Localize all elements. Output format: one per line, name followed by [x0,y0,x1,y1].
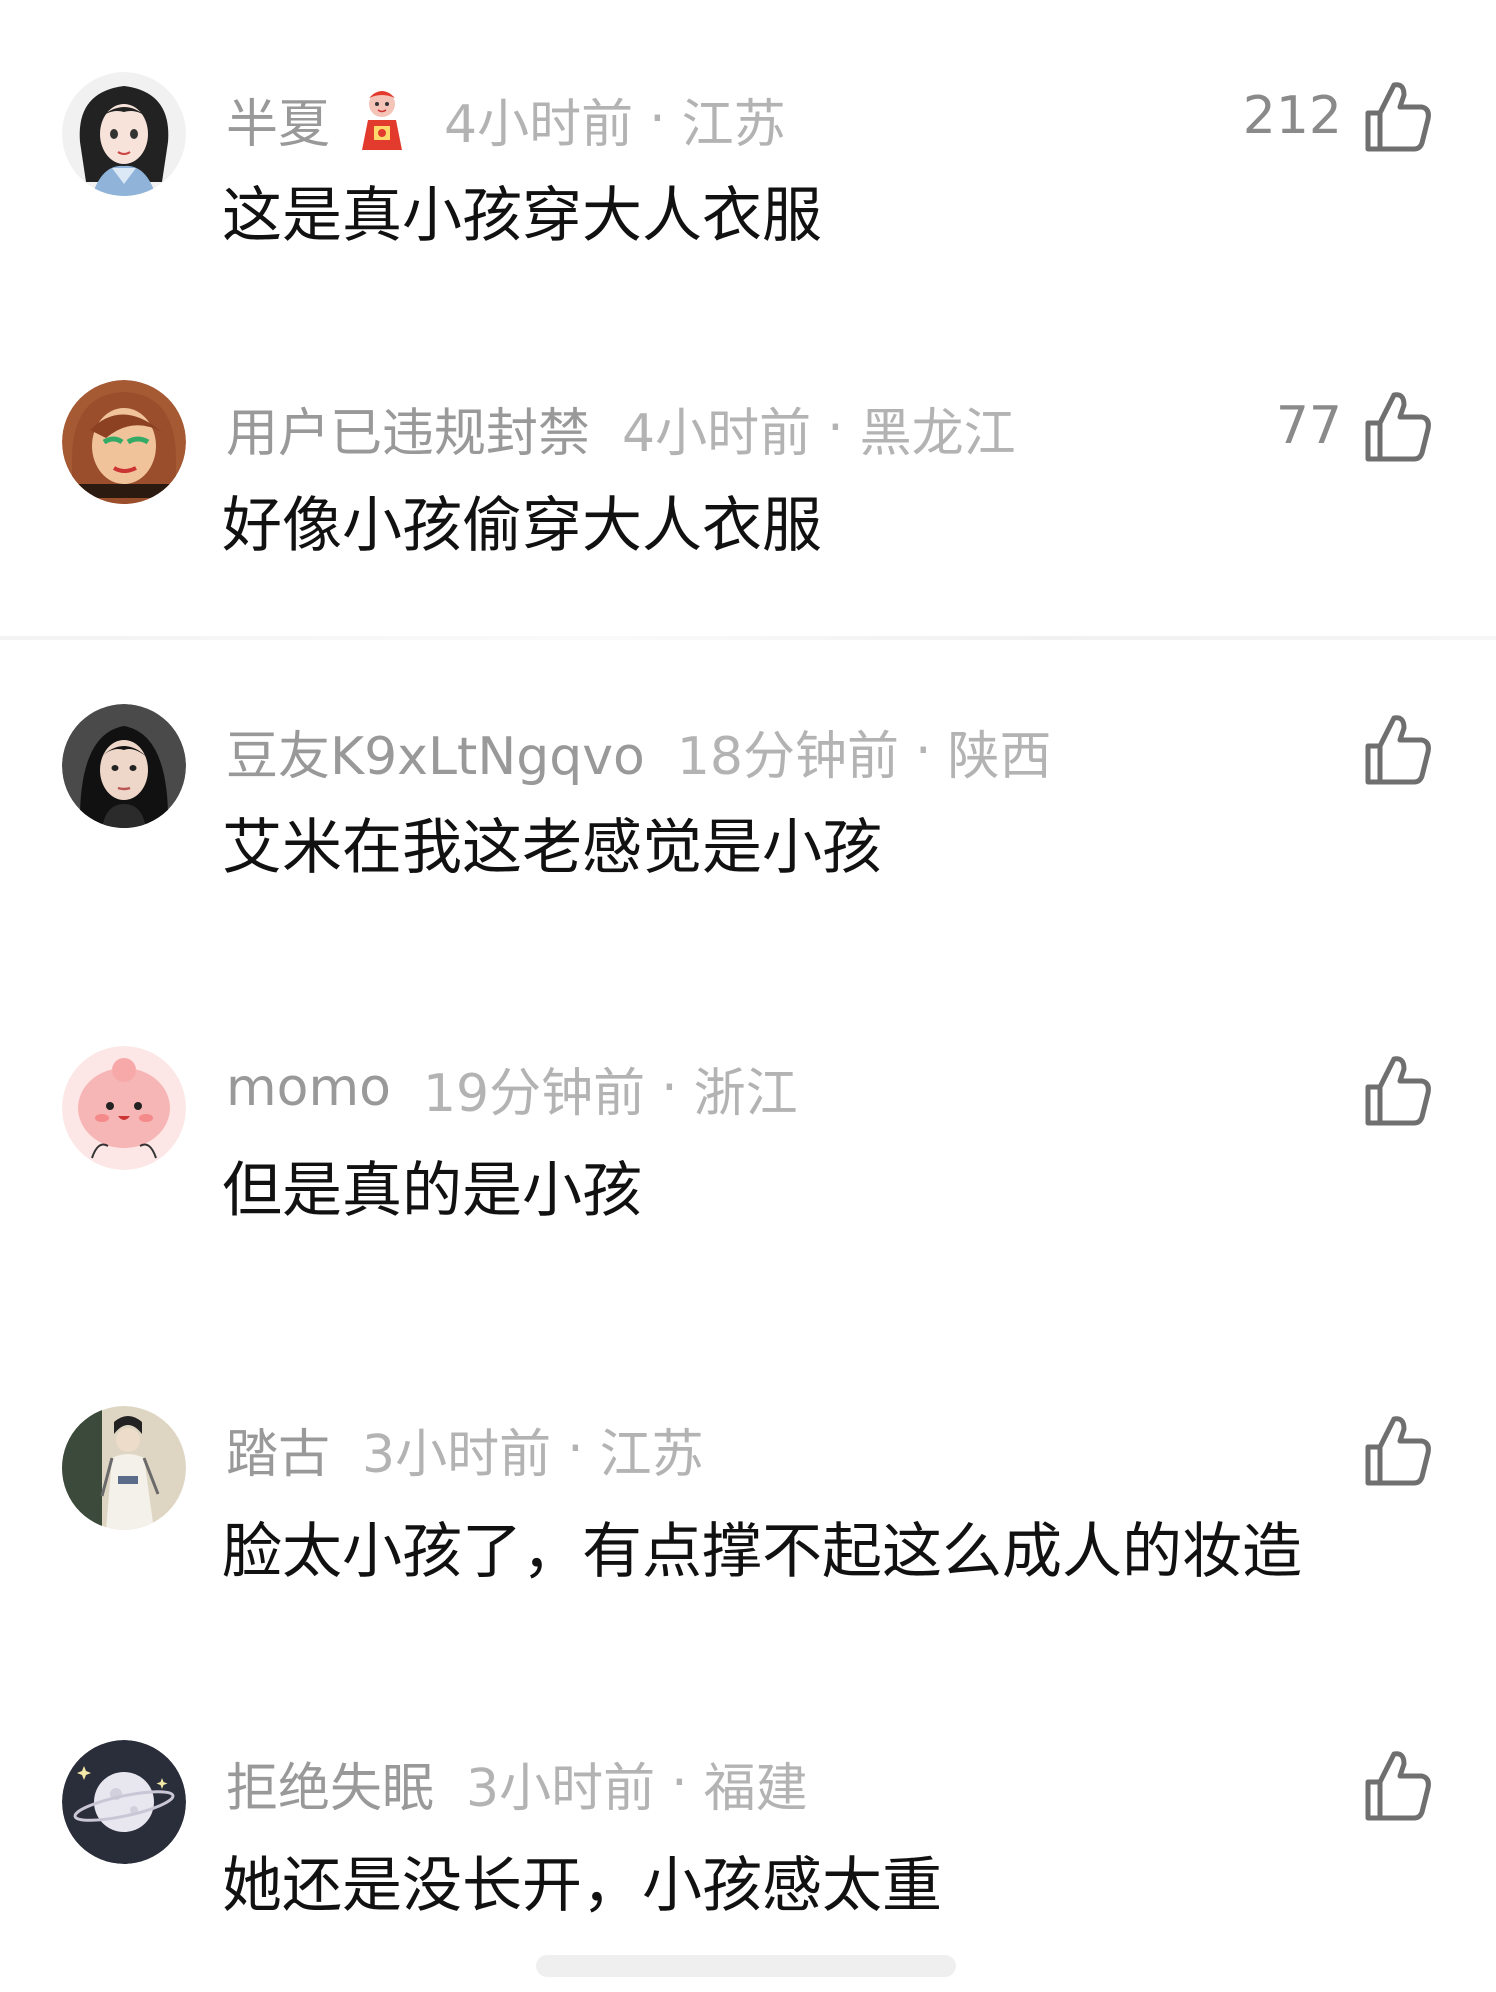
comment-meta: 豆友K9xLtNgqvo 18分钟前 · 陕西 [226,714,1052,789]
comment-text: 脸太小孩了，有点撑不起这么成人的妆造 [222,1517,1302,1587]
meta-separator: · [671,1753,688,1813]
meta-separator: · [827,398,844,458]
meta-separator: · [649,89,666,149]
comment-time: 19分钟前 [422,1063,646,1124]
comment-meta: momo 19分钟前 · 浙江 [226,1053,798,1124]
meta-separator: · [661,1058,678,1118]
comment-region: 福建 [703,1758,808,1819]
hanfu-figure-avatar-icon[interactable] [62,1406,186,1530]
home-indicator[interactable] [536,1955,956,1977]
thumbs-up-icon [1362,389,1432,463]
comment-meta: 用户已违规封禁 4小时前 · 黑龙江 [226,391,1016,466]
comment-text: 艾米在我这老感觉是小孩 [222,813,882,883]
comment-meta: 拒绝失眠 3小时前 · 福建 [226,1746,808,1821]
comment-region: 江苏 [599,1424,704,1485]
meta-separator: · [915,721,932,781]
comment-region: 江苏 [681,94,786,155]
meta-separator: · [567,1419,584,1479]
comment-time: 18分钟前 [676,726,899,787]
thumbs-up-icon [1362,79,1432,153]
moon-planet-avatar-icon[interactable] [62,1740,186,1864]
anime-girl-avatar-icon[interactable] [62,72,186,196]
like-button[interactable]: 212 [1243,76,1432,156]
thumbs-up-icon [1362,1413,1432,1487]
thumbs-up-icon [1362,1748,1432,1822]
comment-time: 3小时前 [466,1758,656,1819]
like-count: 77 [1275,396,1342,456]
thumbs-up-icon [1362,1053,1432,1127]
lion-dance-badge-icon [352,84,412,154]
like-button[interactable] [1342,1745,1432,1825]
pink-blob-avatar-icon[interactable] [62,1046,186,1170]
portrait-photo-avatar-icon[interactable] [62,704,186,828]
section-divider [0,636,1496,640]
username[interactable]: 用户已违规封禁 [226,391,590,466]
thumbs-up-icon [1362,712,1432,786]
like-button[interactable]: 77 [1276,386,1432,466]
username[interactable]: 半夏 [226,82,330,157]
comment-time: 4小时前 [622,403,812,464]
like-button[interactable] [1342,709,1432,789]
comment-region: 陕西 [947,726,1052,787]
comment-text: 这是真小孩穿大人衣服 [222,181,822,251]
comment-time: 4小时前 [444,94,634,155]
like-button[interactable] [1342,1050,1432,1130]
like-count: 212 [1242,86,1342,146]
comment-meta: 半夏 4小时前 · 江苏 [226,82,786,157]
comment-text: 她还是没长开，小孩感太重 [222,1851,942,1921]
cartoon-woman-avatar-icon[interactable] [62,380,186,504]
username[interactable]: momo [226,1058,391,1118]
comment-region: 黑龙江 [859,403,1016,464]
comment-time: 3小时前 [362,1424,552,1485]
username[interactable]: 豆友K9xLtNgqvo [226,714,645,789]
comment-meta: 踏古 3小时前 · 江苏 [226,1412,704,1487]
like-button[interactable] [1342,1410,1432,1490]
comment-region: 浙江 [693,1063,798,1124]
comment-text: 好像小孩偷穿大人衣服 [222,491,822,561]
comment-text: 但是真的是小孩 [222,1156,642,1226]
username[interactable]: 踏古 [226,1412,330,1487]
username[interactable]: 拒绝失眠 [226,1746,434,1821]
